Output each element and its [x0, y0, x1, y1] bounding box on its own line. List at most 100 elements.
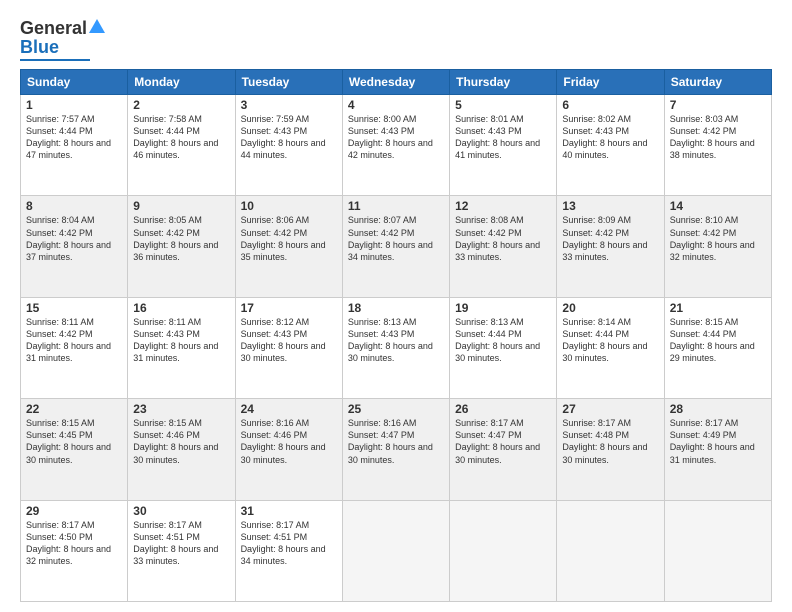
day-number: 6: [562, 98, 658, 112]
logo-blue: Blue: [20, 37, 59, 58]
day-number: 7: [670, 98, 766, 112]
day-info: Sunrise: 8:16 AMSunset: 4:46 PMDaylight:…: [241, 418, 326, 464]
day-number: 25: [348, 402, 444, 416]
day-info: Sunrise: 8:17 AMSunset: 4:51 PMDaylight:…: [241, 520, 326, 566]
day-info: Sunrise: 8:08 AMSunset: 4:42 PMDaylight:…: [455, 215, 540, 261]
day-number: 30: [133, 504, 229, 518]
calendar-cell: 28 Sunrise: 8:17 AMSunset: 4:49 PMDaylig…: [664, 399, 771, 500]
day-info: Sunrise: 8:04 AMSunset: 4:42 PMDaylight:…: [26, 215, 111, 261]
calendar-cell: 23 Sunrise: 8:15 AMSunset: 4:46 PMDaylig…: [128, 399, 235, 500]
calendar-cell: [557, 500, 664, 601]
day-number: 9: [133, 199, 229, 213]
calendar-cell: 8 Sunrise: 8:04 AMSunset: 4:42 PMDayligh…: [21, 196, 128, 297]
logo-triangle-icon: [89, 19, 105, 38]
day-number: 8: [26, 199, 122, 213]
calendar-cell: 17 Sunrise: 8:12 AMSunset: 4:43 PMDaylig…: [235, 297, 342, 398]
day-info: Sunrise: 8:00 AMSunset: 4:43 PMDaylight:…: [348, 114, 433, 160]
day-number: 29: [26, 504, 122, 518]
day-number: 1: [26, 98, 122, 112]
day-number: 18: [348, 301, 444, 315]
calendar-cell: 26 Sunrise: 8:17 AMSunset: 4:47 PMDaylig…: [450, 399, 557, 500]
day-number: 13: [562, 199, 658, 213]
day-info: Sunrise: 7:58 AMSunset: 4:44 PMDaylight:…: [133, 114, 218, 160]
day-info: Sunrise: 8:15 AMSunset: 4:46 PMDaylight:…: [133, 418, 218, 464]
calendar-table: SundayMondayTuesdayWednesdayThursdayFrid…: [20, 69, 772, 602]
day-number: 21: [670, 301, 766, 315]
day-info: Sunrise: 8:13 AMSunset: 4:44 PMDaylight:…: [455, 317, 540, 363]
col-header-saturday: Saturday: [664, 70, 771, 95]
calendar-cell: 2 Sunrise: 7:58 AMSunset: 4:44 PMDayligh…: [128, 95, 235, 196]
calendar-week-5: 29 Sunrise: 8:17 AMSunset: 4:50 PMDaylig…: [21, 500, 772, 601]
calendar-cell: 9 Sunrise: 8:05 AMSunset: 4:42 PMDayligh…: [128, 196, 235, 297]
day-info: Sunrise: 7:57 AMSunset: 4:44 PMDaylight:…: [26, 114, 111, 160]
day-number: 15: [26, 301, 122, 315]
calendar-cell: 4 Sunrise: 8:00 AMSunset: 4:43 PMDayligh…: [342, 95, 449, 196]
day-info: Sunrise: 8:17 AMSunset: 4:49 PMDaylight:…: [670, 418, 755, 464]
calendar-cell: [342, 500, 449, 601]
calendar-cell: 14 Sunrise: 8:10 AMSunset: 4:42 PMDaylig…: [664, 196, 771, 297]
calendar-week-2: 8 Sunrise: 8:04 AMSunset: 4:42 PMDayligh…: [21, 196, 772, 297]
calendar-cell: 21 Sunrise: 8:15 AMSunset: 4:44 PMDaylig…: [664, 297, 771, 398]
calendar-cell: 16 Sunrise: 8:11 AMSunset: 4:43 PMDaylig…: [128, 297, 235, 398]
col-header-wednesday: Wednesday: [342, 70, 449, 95]
col-header-tuesday: Tuesday: [235, 70, 342, 95]
calendar-cell: 20 Sunrise: 8:14 AMSunset: 4:44 PMDaylig…: [557, 297, 664, 398]
calendar-cell: 30 Sunrise: 8:17 AMSunset: 4:51 PMDaylig…: [128, 500, 235, 601]
calendar-cell: 6 Sunrise: 8:02 AMSunset: 4:43 PMDayligh…: [557, 95, 664, 196]
day-info: Sunrise: 8:10 AMSunset: 4:42 PMDaylight:…: [670, 215, 755, 261]
day-info: Sunrise: 8:11 AMSunset: 4:42 PMDaylight:…: [26, 317, 111, 363]
calendar-cell: [450, 500, 557, 601]
day-info: Sunrise: 8:03 AMSunset: 4:42 PMDaylight:…: [670, 114, 755, 160]
day-number: 23: [133, 402, 229, 416]
day-info: Sunrise: 8:17 AMSunset: 4:47 PMDaylight:…: [455, 418, 540, 464]
col-header-monday: Monday: [128, 70, 235, 95]
day-info: Sunrise: 8:17 AMSunset: 4:50 PMDaylight:…: [26, 520, 111, 566]
page: General Blue SundayMondayTuesdayWednesda…: [0, 0, 792, 612]
day-number: 24: [241, 402, 337, 416]
calendar-cell: 19 Sunrise: 8:13 AMSunset: 4:44 PMDaylig…: [450, 297, 557, 398]
calendar-cell: 1 Sunrise: 7:57 AMSunset: 4:44 PMDayligh…: [21, 95, 128, 196]
day-info: Sunrise: 8:15 AMSunset: 4:45 PMDaylight:…: [26, 418, 111, 464]
day-number: 28: [670, 402, 766, 416]
calendar-cell: 29 Sunrise: 8:17 AMSunset: 4:50 PMDaylig…: [21, 500, 128, 601]
day-number: 14: [670, 199, 766, 213]
calendar-cell: 10 Sunrise: 8:06 AMSunset: 4:42 PMDaylig…: [235, 196, 342, 297]
day-info: Sunrise: 7:59 AMSunset: 4:43 PMDaylight:…: [241, 114, 326, 160]
calendar-cell: 5 Sunrise: 8:01 AMSunset: 4:43 PMDayligh…: [450, 95, 557, 196]
logo-general: General: [20, 18, 87, 39]
col-header-sunday: Sunday: [21, 70, 128, 95]
day-number: 19: [455, 301, 551, 315]
day-number: 17: [241, 301, 337, 315]
calendar-cell: 15 Sunrise: 8:11 AMSunset: 4:42 PMDaylig…: [21, 297, 128, 398]
header: General Blue: [20, 18, 772, 61]
calendar-cell: [664, 500, 771, 601]
day-number: 10: [241, 199, 337, 213]
calendar-cell: 27 Sunrise: 8:17 AMSunset: 4:48 PMDaylig…: [557, 399, 664, 500]
day-number: 20: [562, 301, 658, 315]
day-number: 2: [133, 98, 229, 112]
day-info: Sunrise: 8:09 AMSunset: 4:42 PMDaylight:…: [562, 215, 647, 261]
calendar-cell: 13 Sunrise: 8:09 AMSunset: 4:42 PMDaylig…: [557, 196, 664, 297]
logo-underline: [20, 59, 90, 61]
calendar-cell: 11 Sunrise: 8:07 AMSunset: 4:42 PMDaylig…: [342, 196, 449, 297]
calendar-cell: 7 Sunrise: 8:03 AMSunset: 4:42 PMDayligh…: [664, 95, 771, 196]
day-number: 3: [241, 98, 337, 112]
col-header-friday: Friday: [557, 70, 664, 95]
day-info: Sunrise: 8:15 AMSunset: 4:44 PMDaylight:…: [670, 317, 755, 363]
day-number: 26: [455, 402, 551, 416]
calendar-cell: 22 Sunrise: 8:15 AMSunset: 4:45 PMDaylig…: [21, 399, 128, 500]
calendar-header-row: SundayMondayTuesdayWednesdayThursdayFrid…: [21, 70, 772, 95]
day-info: Sunrise: 8:06 AMSunset: 4:42 PMDaylight:…: [241, 215, 326, 261]
day-number: 27: [562, 402, 658, 416]
day-info: Sunrise: 8:16 AMSunset: 4:47 PMDaylight:…: [348, 418, 433, 464]
calendar-cell: 18 Sunrise: 8:13 AMSunset: 4:43 PMDaylig…: [342, 297, 449, 398]
day-info: Sunrise: 8:07 AMSunset: 4:42 PMDaylight:…: [348, 215, 433, 261]
day-info: Sunrise: 8:12 AMSunset: 4:43 PMDaylight:…: [241, 317, 326, 363]
day-number: 11: [348, 199, 444, 213]
day-number: 22: [26, 402, 122, 416]
day-info: Sunrise: 8:17 AMSunset: 4:48 PMDaylight:…: [562, 418, 647, 464]
day-info: Sunrise: 8:11 AMSunset: 4:43 PMDaylight:…: [133, 317, 218, 363]
day-info: Sunrise: 8:05 AMSunset: 4:42 PMDaylight:…: [133, 215, 218, 261]
calendar-cell: 3 Sunrise: 7:59 AMSunset: 4:43 PMDayligh…: [235, 95, 342, 196]
logo: General Blue: [20, 18, 105, 61]
